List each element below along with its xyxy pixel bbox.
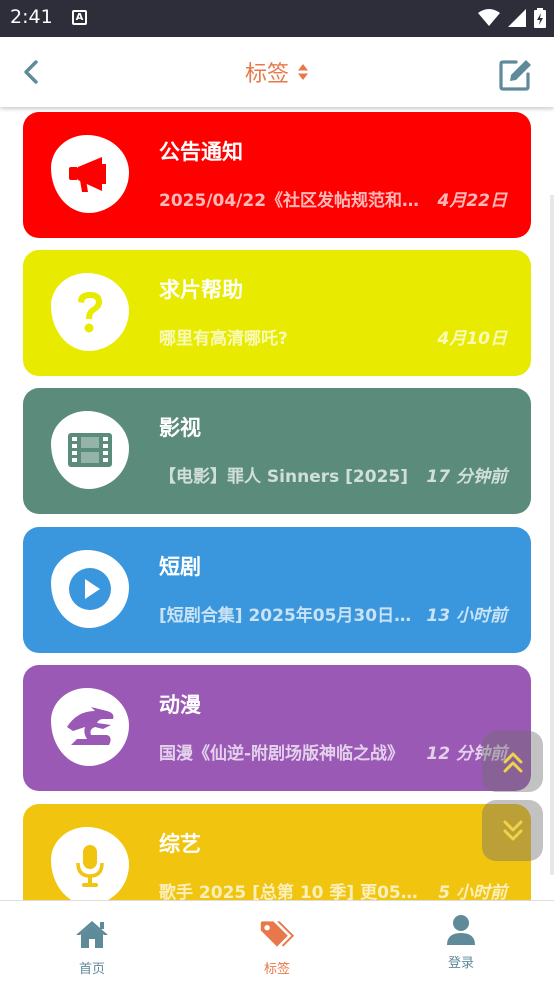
- tag-latest-topic: 歌手 2025 [总第 10 季] 更05.30: [159, 883, 421, 900]
- tag-card-announcement[interactable]: 公告通知 2025/04/22《社区发帖规范和奖励细则》 4月22日: [23, 112, 531, 238]
- tag-badge: [51, 550, 129, 628]
- tag-card-request-help[interactable]: 求片帮助 哪里有高清哪吒? 4月10日: [23, 250, 531, 376]
- battery-icon: [534, 8, 546, 28]
- tag-name: 求片帮助: [159, 278, 243, 302]
- double-chevron-down-icon: [503, 820, 522, 840]
- wifi-icon: [478, 9, 500, 26]
- tag-latest-time: 4月10日: [437, 329, 508, 349]
- play-icon: [69, 568, 111, 610]
- tag-latest-time: 13 小时前: [426, 606, 507, 626]
- tag-badge: [51, 688, 129, 766]
- bottom-nav: 首页 标签 登录: [0, 900, 554, 984]
- tag-latest-time: 5 小时前: [438, 883, 507, 900]
- tag-latest-time: 4月22日: [437, 191, 508, 211]
- user-icon: [443, 913, 479, 947]
- tag-card-variety-show[interactable]: 综艺 歌手 2025 [总第 10 季] 更05.30 5 小时前: [23, 804, 531, 900]
- nav-tags[interactable]: 标签: [217, 901, 337, 984]
- tag-latest-topic: 哪里有高清哪吒?: [159, 329, 288, 349]
- signal-icon: [508, 9, 526, 27]
- tag-latest-time: 17 分钟前: [426, 467, 507, 487]
- nav-login[interactable]: 登录: [401, 901, 521, 984]
- status-time: 2:41: [10, 6, 53, 28]
- question-icon: [78, 292, 102, 333]
- microphone-icon: [76, 845, 104, 887]
- tag-badge: [51, 135, 129, 213]
- tag-name: 影视: [159, 416, 201, 440]
- tag-latest-topic: 国漫《仙逆-附剧场版神临之战》: [159, 744, 405, 764]
- nav-tags-label: 标签: [263, 962, 290, 977]
- tag-latest-topic: [短剧合集] 2025年05月30日更新: [159, 606, 421, 626]
- tag-latest-topic: 【电影】罪人 Sinners [2025]: [159, 467, 408, 487]
- tag-list: 公告通知 2025/04/22《社区发帖规范和奖励细则》 4月22日 求片帮助 …: [0, 107, 554, 900]
- nav-home-label: 首页: [78, 962, 105, 977]
- tag-name: 综艺: [159, 832, 201, 856]
- nav-home[interactable]: 首页: [32, 901, 152, 984]
- system-icons: [478, 8, 546, 28]
- scroll-track[interactable]: [550, 195, 554, 875]
- nav-login-label: 登录: [447, 956, 474, 971]
- tag-name: 动漫: [159, 693, 201, 717]
- tag-card-anime[interactable]: 动漫 国漫《仙逆-附剧场版神临之战》 12 分钟前: [23, 665, 531, 791]
- scroll-bottom-button[interactable]: [482, 800, 543, 861]
- app-root: 2:41 A 标签 公告通知 2025/04/22《社区发帖规范和奖 4月22日…: [0, 0, 554, 984]
- double-chevron-up-icon: [503, 752, 522, 772]
- sort-icon: [298, 64, 308, 80]
- home-icon: [74, 917, 110, 951]
- tag-badge: [51, 411, 129, 489]
- tag-badge: [51, 273, 129, 351]
- scroll-top-button[interactable]: [482, 731, 543, 792]
- tag-badge: [51, 827, 129, 900]
- dragon-icon: [67, 707, 114, 745]
- film-icon: [68, 433, 112, 467]
- tag-latest-topic: 2025/04/22《社区发帖规范和奖励细则》: [159, 191, 421, 211]
- notification-icon: A: [72, 10, 87, 25]
- tag-card-short-drama[interactable]: 短剧 [短剧合集] 2025年05月30日更新 13 小时前: [23, 527, 531, 653]
- page-title: 标签: [244, 62, 289, 87]
- tag-name: 短剧: [159, 555, 201, 579]
- edit-button[interactable]: [498, 56, 534, 92]
- status-bar: 2:41 A: [0, 0, 554, 37]
- tags-icon: [259, 917, 295, 951]
- tag-name: 公告通知: [159, 140, 243, 164]
- app-header: 标签: [0, 37, 554, 107]
- tag-card-film[interactable]: 影视 【电影】罪人 Sinners [2025] 17 分钟前: [23, 388, 531, 514]
- megaphone-icon: [69, 157, 106, 192]
- title-group[interactable]: 标签: [0, 37, 554, 107]
